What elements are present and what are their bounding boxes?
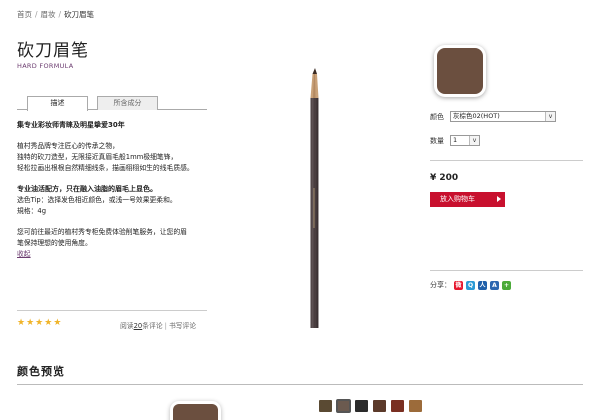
more-share-icon[interactable]: + [502,280,511,290]
product-image [305,68,325,328]
color-option-row: 颜色 灰棕色02(HOT) v [430,111,556,122]
breadcrumb-separator: / [35,10,38,19]
breadcrumb: 首页 / 眉妆 / 砍刀眉笔 [17,9,94,20]
rating-stars[interactable]: ★ ★ ★ ★ ★ [17,318,61,328]
star-icon: ★ [53,318,62,328]
product-description: 集专业彩妆师青睐及明星挚爱30年 植村秀品牌专注匠心的传承之物， 独特的砍刀造型… [17,120,222,260]
star-icon: ★ [17,318,26,328]
reviews-links: 阅读20条评论 | 书写评论 [120,320,196,330]
share-bar: 分享： 微 Q 人 A + [430,280,511,290]
color-select[interactable]: 灰棕色02(HOT) v [450,111,556,122]
quantity-option-row: 数量 1 v [430,135,480,146]
description-tip: 选色Tip：选择发色相近颜色，或浅一号效果更柔和。 [17,196,177,204]
star-icon: ★ [35,318,44,328]
description-headline: 集专业彩妆师青睐及明星挚爱30年 [17,121,125,129]
arrow-right-icon [497,196,501,202]
description-line: 轻松拉画出根根自然精细线条，描画栩栩如生的线毛质感。 [17,164,194,172]
description-highlight: 专业油活配方，只在融入油脂的眉毛上显色。 [17,185,157,193]
chevron-down-icon: v [469,136,479,145]
quantity-select[interactable]: 1 v [450,135,480,146]
reviews-suffix[interactable]: 条评论 [142,322,162,330]
collapse-link[interactable]: 收起 [17,250,31,258]
description-spec: 規格：4g [17,207,47,215]
star-icon: ★ [44,318,53,328]
share-label: 分享： [430,281,451,289]
divider [17,310,207,311]
quantity-select-value: 1 [453,136,458,144]
review-count[interactable]: 20 [134,322,143,330]
color-preview-swatch [173,404,218,420]
product-subtitle: HARD FORMULA [17,62,74,70]
star-icon: ★ [26,318,35,328]
product-title: 砍刀眉笔 [17,41,89,61]
tab-ingredients[interactable]: 所含成分 [97,96,158,110]
breadcrumb-current: 砍刀眉笔 [64,10,95,19]
breadcrumb-category[interactable]: 眉妆 [41,10,56,19]
color-swatch-option[interactable] [408,399,423,413]
breadcrumb-separator: / [58,10,62,19]
douban-icon[interactable]: A [490,280,499,290]
section-title-color-preview: 颜色预览 [17,365,65,378]
eyebrow-pencil-image [310,68,319,328]
reviews-separator: | [164,322,167,330]
add-to-cart-button[interactable]: 放入购物车 [430,192,505,207]
color-label: 颜色 [430,112,444,121]
tab-description[interactable]: 描述 [27,96,88,111]
color-swatch-list [318,399,423,413]
color-select-value: 灰棕色02(HOT) [453,112,500,120]
description-line: 独特的砍刀造型，无限接近真眉毛般1mm极细笔锋， [17,153,178,161]
renren-icon[interactable]: 人 [478,280,487,290]
add-to-cart-label: 放入购物车 [440,195,475,203]
quantity-label: 数量 [430,136,444,145]
color-swatch-option[interactable] [390,399,405,413]
color-swatch-option[interactable] [318,399,333,413]
write-review-link[interactable]: 书写评论 [169,322,196,330]
chevron-down-icon: v [545,112,555,121]
divider [430,160,583,161]
price: ¥ 200 [430,173,459,183]
description-line: 笔保持理想的使用角度。 [17,239,92,247]
color-swatch-option[interactable] [354,399,369,413]
reviews-prefix[interactable]: 阅读 [120,322,134,330]
description-line: 植村秀品牌专注匠心的传承之物， [17,142,119,150]
description-tabs: 描述 所含成分 [17,96,207,111]
breadcrumb-home[interactable]: 首页 [17,10,32,19]
qzone-icon[interactable]: Q [466,280,475,290]
color-swatch-option[interactable] [336,399,351,413]
divider [430,270,583,271]
description-line: 您可前往最近的植村秀专柜免费体验削笔服务，让您的眉 [17,228,187,236]
color-swatch-main [437,48,483,94]
color-swatch-option[interactable] [372,399,387,413]
divider [17,384,583,385]
weibo-icon[interactable]: 微 [454,280,463,290]
